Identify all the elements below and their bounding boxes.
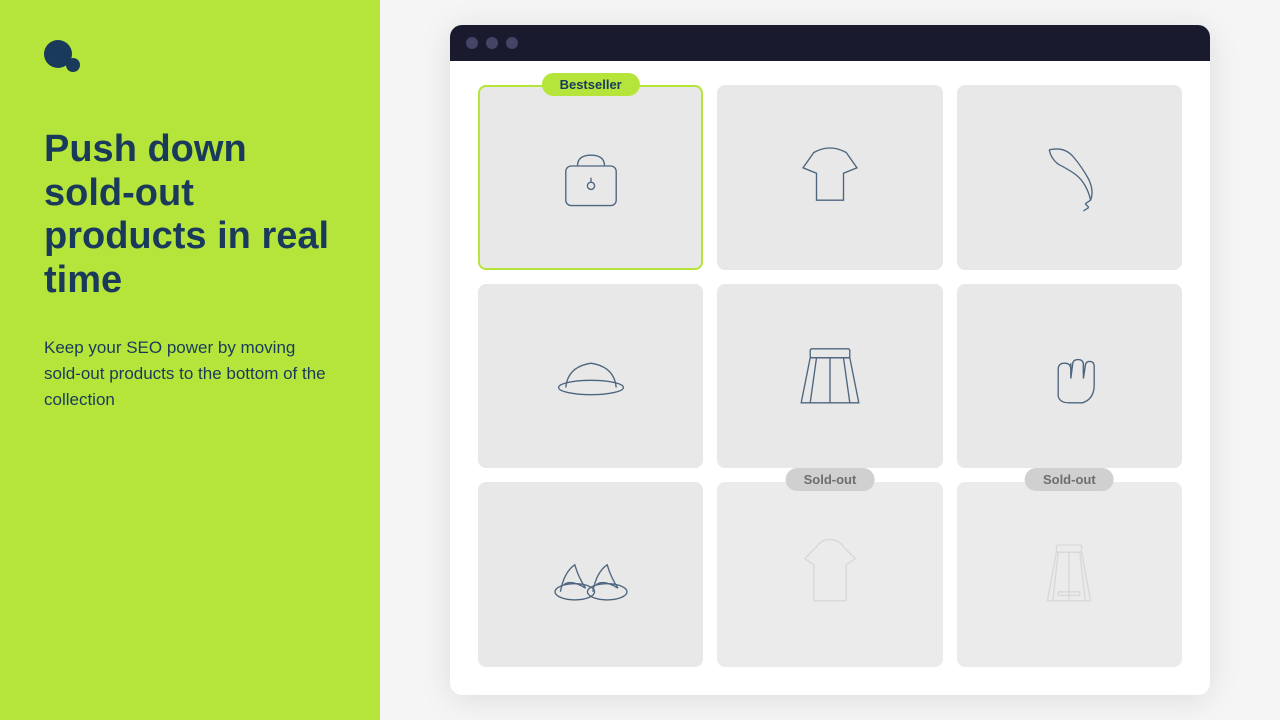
product-card[interactable]: Bestseller xyxy=(478,85,703,270)
scarf-icon xyxy=(1024,130,1114,225)
product-grid: BestsellerSold-outSold-out xyxy=(478,85,1182,667)
subtext: Keep your SEO power by moving sold-out p… xyxy=(44,335,336,414)
top-icon xyxy=(785,130,875,225)
browser-window: BestsellerSold-outSold-out xyxy=(450,25,1210,695)
headline: Push down sold-out products in real time xyxy=(44,128,336,303)
logo-dot-small xyxy=(66,58,80,72)
browser-dot-1 xyxy=(466,37,478,49)
browser-dot-2 xyxy=(486,37,498,49)
hat-icon xyxy=(546,329,636,424)
product-card[interactable] xyxy=(957,284,1182,469)
sandals-icon xyxy=(546,527,636,622)
soldout-badge: Sold-out xyxy=(786,468,875,491)
product-card[interactable] xyxy=(957,85,1182,270)
gloves-icon xyxy=(1024,329,1114,424)
product-card[interactable] xyxy=(717,85,942,270)
skirt-icon xyxy=(785,329,875,424)
browser-dot-3 xyxy=(506,37,518,49)
browser-bar xyxy=(450,25,1210,61)
tank-top-icon xyxy=(785,527,875,622)
bestseller-badge: Bestseller xyxy=(542,73,640,96)
product-card[interactable] xyxy=(717,284,942,469)
logo xyxy=(44,40,336,68)
left-panel: Push down sold-out products in real time… xyxy=(0,0,380,720)
product-card[interactable]: Sold-out xyxy=(717,482,942,667)
product-card[interactable] xyxy=(478,482,703,667)
soldout-badge: Sold-out xyxy=(1025,468,1114,491)
product-card[interactable] xyxy=(478,284,703,469)
right-panel: BestsellerSold-outSold-out xyxy=(380,0,1280,720)
handbag-icon xyxy=(546,130,636,225)
dress-icon xyxy=(1024,527,1114,622)
product-card[interactable]: Sold-out xyxy=(957,482,1182,667)
product-grid-area: BestsellerSold-outSold-out xyxy=(450,61,1210,695)
